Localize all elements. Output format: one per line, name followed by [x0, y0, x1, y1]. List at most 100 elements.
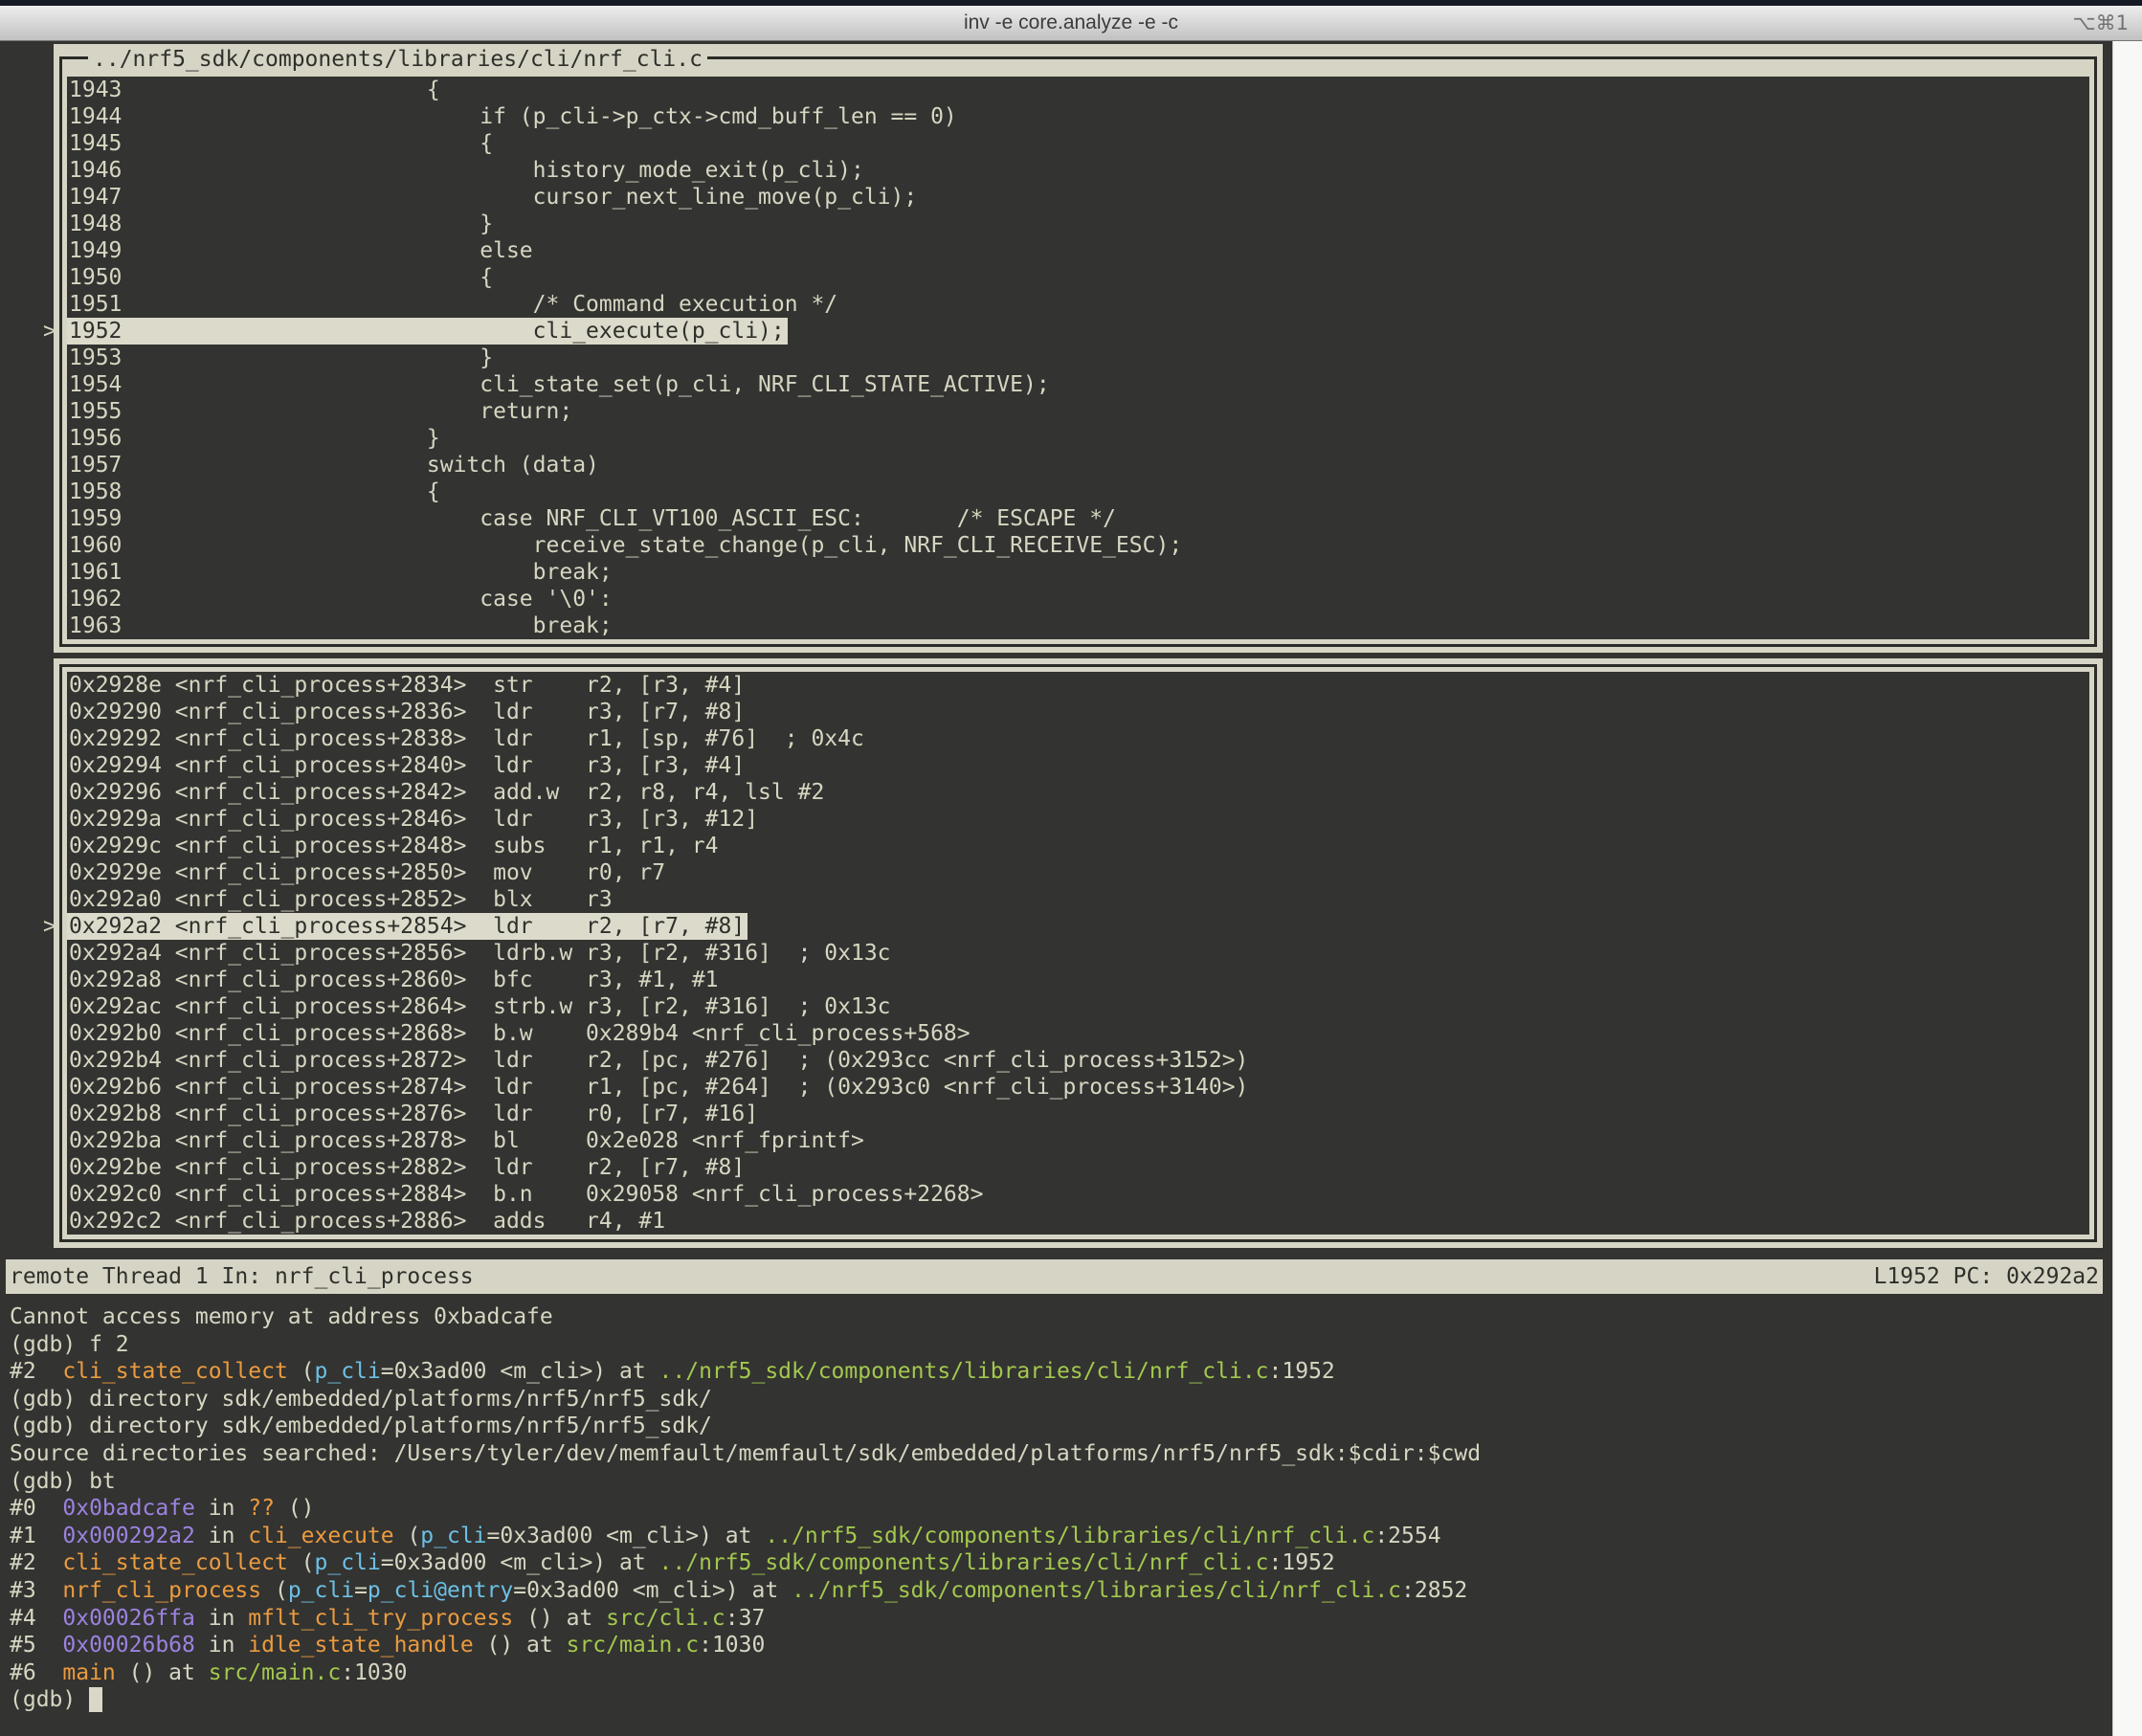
- console-text: :1952: [1269, 1359, 1335, 1384]
- console-text: (: [261, 1578, 288, 1603]
- disasm-line: 0x29296 <nrf_cli_process+2842> add.w r2,…: [67, 779, 2089, 806]
- console-text: src/main.c: [567, 1633, 699, 1658]
- console-text: 0x000292a2: [62, 1524, 194, 1548]
- terminal-window: inv -e core.analyze -e -c ⌥⌘1 1943 {1944…: [0, 0, 2142, 1736]
- console-text: 0x00026b68: [62, 1633, 194, 1658]
- console-text: (: [288, 1550, 315, 1575]
- console-line: (gdb) directory sdk/embedded/platforms/n…: [10, 1386, 2096, 1413]
- gdb-console[interactable]: Cannot access memory at address 0xbadcaf…: [10, 1303, 2096, 1714]
- disasm-line: 0x29294 <nrf_cli_process+2840> ldr r3, […: [67, 752, 2089, 779]
- source-line: 1955 return;: [67, 398, 2089, 425]
- console-text: in: [195, 1633, 248, 1658]
- console-text: :1030: [341, 1660, 407, 1685]
- console-line: (gdb) bt: [10, 1468, 2096, 1496]
- console-text: ../nrf5_sdk/components/libraries/cli/nrf…: [765, 1524, 1374, 1548]
- console-text: (gdb): [10, 1687, 89, 1712]
- console-text: =0x3ad00 <m_cli>) at: [381, 1550, 659, 1575]
- block-cursor[interactable]: [89, 1687, 102, 1712]
- console-text: p_cli: [288, 1578, 354, 1603]
- console-text: :1030: [699, 1633, 765, 1658]
- keyboard-shortcut-badge: ⌥⌘1: [2072, 6, 2129, 40]
- source-line: 1960 receive_state_change(p_cli, NRF_CLI…: [67, 532, 2089, 559]
- console-line: #2 cli_state_collect (p_cli=0x3ad00 <m_c…: [10, 1549, 2096, 1577]
- console-text: (gdb) directory sdk/embedded/platforms/n…: [10, 1387, 712, 1412]
- console-text: #1: [10, 1524, 62, 1548]
- disasm-line: 0x292c0 <nrf_cli_process+2884> b.n 0x290…: [67, 1181, 2089, 1208]
- disasm-line: 0x29290 <nrf_cli_process+2836> ldr r3, […: [67, 699, 2089, 725]
- disasm-line: 0x292b6 <nrf_cli_process+2874> ldr r1, […: [67, 1074, 2089, 1101]
- console-text: src/cli.c: [606, 1606, 725, 1631]
- console-text: ??: [248, 1496, 275, 1521]
- disasm-line: 0x2929a <nrf_cli_process+2846> ldr r3, […: [67, 806, 2089, 833]
- console-line: #4 0x00026ffa in mflt_cli_try_process ()…: [10, 1605, 2096, 1633]
- disassembly-window-frame: 0x2928e <nrf_cli_process+2834> str r2, […: [59, 664, 2097, 1242]
- console-text: () at: [116, 1660, 209, 1685]
- source-line: 1963 break;: [67, 612, 2089, 639]
- console-text: in: [195, 1524, 248, 1548]
- console-text: ../nrf5_sdk/components/libraries/cli/nrf…: [659, 1550, 1269, 1575]
- console-text: nrf_cli_process: [62, 1578, 261, 1603]
- source-window: 1943 {1944 if (p_cli->p_ctx->cmd_buff_le…: [54, 44, 2103, 653]
- source-window-title: ../nrf5_sdk/components/libraries/cli/nrf…: [88, 45, 707, 75]
- source-code-area: 1943 {1944 if (p_cli->p_ctx->cmd_buff_le…: [67, 77, 2089, 639]
- console-text: ../nrf5_sdk/components/libraries/cli/nrf…: [792, 1578, 1401, 1603]
- source-line: 1943 {: [67, 77, 2089, 103]
- current-position-marker: >: [43, 318, 56, 345]
- console-line: #2 cli_state_collect (p_cli=0x3ad00 <m_c…: [10, 1358, 2096, 1386]
- scrollbar-track[interactable]: [2112, 41, 2142, 1736]
- disasm-line: 0x2929e <nrf_cli_process+2850> mov r0, r…: [67, 859, 2089, 886]
- console-text: () at: [474, 1633, 567, 1658]
- console-line: #1 0x000292a2 in cli_execute (p_cli=0x3a…: [10, 1523, 2096, 1550]
- source-line-current: 1952 cli_execute(p_cli);>: [67, 318, 788, 345]
- console-text: Source directories searched: /Users/tyle…: [10, 1441, 1481, 1466]
- console-text: p_cli@entry: [368, 1578, 513, 1603]
- console-text: (: [394, 1524, 421, 1548]
- console-text: ../nrf5_sdk/components/libraries/cli/nrf…: [659, 1359, 1269, 1384]
- console-text: #5: [10, 1633, 62, 1658]
- source-line: 1954 cli_state_set(p_cli, NRF_CLI_STATE_…: [67, 371, 2089, 398]
- console-text: (: [288, 1359, 315, 1384]
- source-line: 1945 {: [67, 130, 2089, 157]
- console-text: p_cli: [315, 1550, 381, 1575]
- console-text: #6: [10, 1660, 62, 1685]
- source-line: 1957 switch (data): [67, 452, 2089, 479]
- console-text: :1952: [1269, 1550, 1335, 1575]
- console-text: :2852: [1401, 1578, 1467, 1603]
- console-text: (gdb) bt: [10, 1469, 116, 1494]
- source-line: 1949 else: [67, 237, 2089, 264]
- console-text: #3: [10, 1578, 62, 1603]
- source-line: 1946 history_mode_exit(p_cli);: [67, 157, 2089, 184]
- console-line: #6 main () at src/main.c:1030: [10, 1659, 2096, 1687]
- disasm-line: 0x2929c <nrf_cli_process+2848> subs r1, …: [67, 833, 2089, 859]
- console-text: main: [62, 1660, 115, 1685]
- status-thread-info: remote Thread 1 In: nrf_cli_process: [10, 1259, 474, 1294]
- terminal-titlebar[interactable]: inv -e core.analyze -e -c ⌥⌘1: [0, 6, 2142, 41]
- console-text: () at: [513, 1606, 606, 1631]
- console-text: in: [195, 1496, 248, 1521]
- console-line: #0 0x0badcafe in ?? (): [10, 1495, 2096, 1523]
- source-window-frame: 1943 {1944 if (p_cli->p_ctx->cmd_buff_le…: [59, 56, 2097, 647]
- console-text: #2: [10, 1550, 62, 1575]
- source-line: 1953 }: [67, 345, 2089, 371]
- console-text: :2554: [1374, 1524, 1440, 1548]
- disasm-line: 0x29292 <nrf_cli_process+2838> ldr r1, […: [67, 725, 2089, 752]
- disasm-line: 0x292ac <nrf_cli_process+2864> strb.w r3…: [67, 993, 2089, 1020]
- console-text: =: [354, 1578, 368, 1603]
- source-line: 1948 }: [67, 211, 2089, 237]
- console-text: cli_state_collect: [62, 1359, 287, 1384]
- console-line: (gdb) directory sdk/embedded/platforms/n…: [10, 1413, 2096, 1440]
- console-text: Cannot access memory at address 0xbadcaf…: [10, 1304, 553, 1329]
- disasm-line-current: 0x292a2 <nrf_cli_process+2854> ldr r2, […: [67, 913, 747, 940]
- console-text: p_cli: [420, 1524, 486, 1548]
- console-line: Source directories searched: /Users/tyle…: [10, 1440, 2096, 1468]
- disasm-line: 0x292ba <nrf_cli_process+2878> bl 0x2e02…: [67, 1127, 2089, 1154]
- source-line: 1959 case NRF_CLI_VT100_ASCII_ESC: /* ES…: [67, 505, 2089, 532]
- source-line: 1958 {: [67, 479, 2089, 505]
- console-text: =0x3ad00 <m_cli>) at: [487, 1524, 766, 1548]
- disasm-line: 0x292b4 <nrf_cli_process+2872> ldr r2, […: [67, 1047, 2089, 1074]
- source-line: 1956 }: [67, 425, 2089, 452]
- console-text: #4: [10, 1606, 62, 1631]
- gdb-prompt-line[interactable]: (gdb): [10, 1686, 2096, 1714]
- disasm-line: 0x292a0 <nrf_cli_process+2852> blx r3: [67, 886, 2089, 913]
- status-line-pc: L1952 PC: 0x292a2: [1874, 1259, 2099, 1294]
